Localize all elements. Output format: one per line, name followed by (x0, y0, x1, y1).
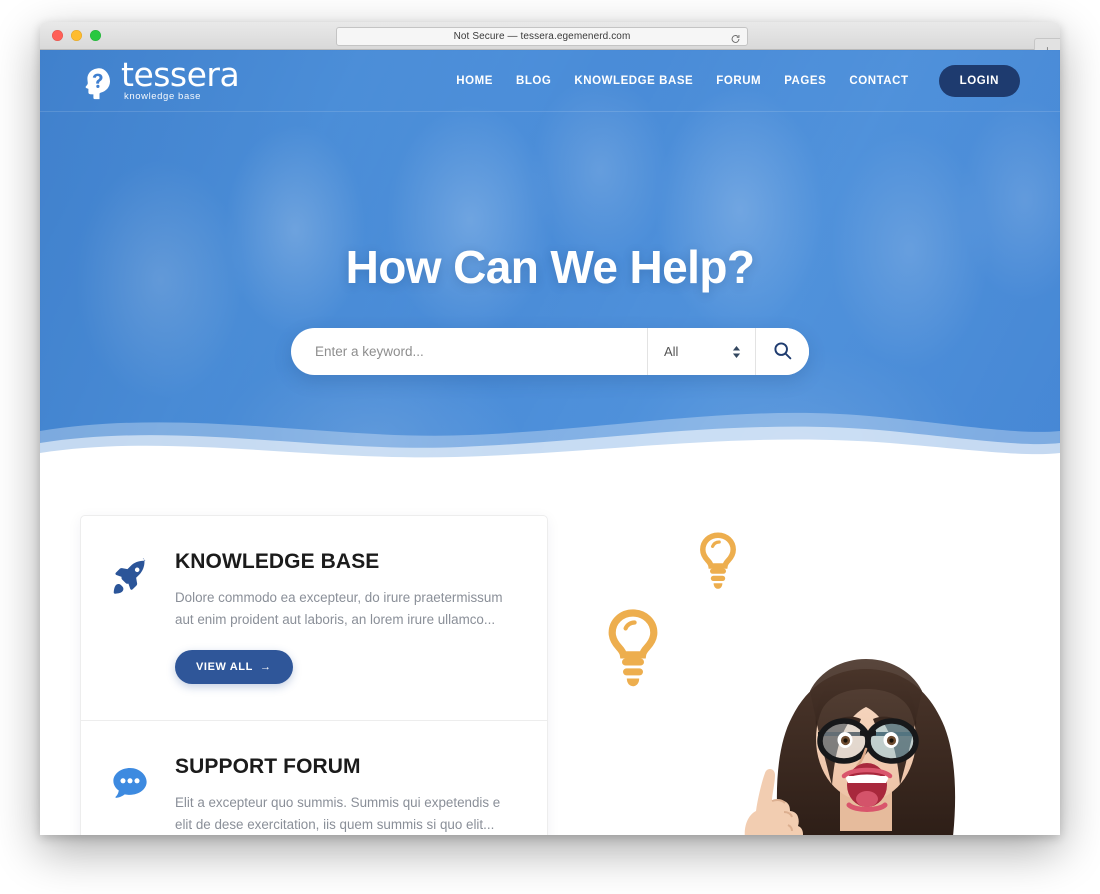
view-all-button[interactable]: VIEW ALL → (175, 650, 293, 685)
close-window-button[interactable] (52, 30, 63, 41)
browser-titlebar: Not Secure — tessera.egemenerd.com + (40, 22, 1060, 61)
hero-search-bar: All (291, 328, 809, 375)
card-body: SUPPORT FORUM Elit a excepteur quo summi… (175, 755, 513, 835)
view-all-label: VIEW ALL (196, 661, 253, 674)
site-header: tessera knowledge base HOME BLOG KNOWLED… (40, 50, 1060, 112)
feature-cards: KNOWLEDGE BASE Dolore commodo ea excepte… (80, 515, 548, 835)
minimize-window-button[interactable] (71, 30, 82, 41)
speech-bubble-icon (109, 755, 155, 835)
search-category-select[interactable]: All (647, 328, 755, 375)
search-icon (772, 340, 793, 364)
maximize-window-button[interactable] (90, 30, 101, 41)
nav-item-knowledge-base[interactable]: KNOWLEDGE BASE (574, 75, 693, 87)
search-category-value: All (664, 344, 679, 359)
card-body: KNOWLEDGE BASE Dolore commodo ea excepte… (175, 550, 513, 685)
hero-title: How Can We Help? (345, 241, 755, 293)
reload-icon[interactable] (730, 31, 741, 43)
nav-item-pages[interactable]: PAGES (784, 75, 826, 87)
content-section: KNOWLEDGE BASE Dolore commodo ea excepte… (40, 468, 1060, 835)
lightbulb-icon-small (694, 531, 742, 593)
address-bar[interactable]: Not Secure — tessera.egemenerd.com (336, 27, 748, 46)
card-title: SUPPORT FORUM (175, 755, 361, 779)
hero-section: tessera knowledge base HOME BLOG KNOWLED… (40, 50, 1060, 468)
nav-item-home[interactable]: HOME (456, 75, 493, 87)
illustration-area (600, 515, 1030, 835)
card-title: KNOWLEDGE BASE (175, 550, 380, 573)
browser-window: Not Secure — tessera.egemenerd.com + (40, 22, 1060, 835)
main-navigation: HOME BLOG KNOWLEDGE BASE FORUM PAGES CON… (456, 64, 1020, 97)
search-submit-button[interactable] (755, 328, 809, 375)
rocket-icon (109, 550, 155, 684)
site-logo[interactable]: tessera knowledge base (82, 55, 240, 103)
address-bar-text: Not Secure — tessera.egemenerd.com (453, 31, 631, 42)
card-text: Elit a excepteur quo summis. Summis qui … (175, 795, 501, 833)
card-text: Dolore commodo ea excepteur, do irure pr… (175, 590, 503, 627)
search-input[interactable] (291, 328, 647, 375)
content-inner: KNOWLEDGE BASE Dolore commodo ea excepte… (80, 515, 1030, 835)
nav-item-forum[interactable]: FORUM (716, 75, 761, 87)
excited-woman-photo (700, 619, 1030, 835)
hero-content: How Can We Help? All (40, 112, 1060, 375)
lightbulb-icon-large (600, 608, 666, 692)
wave-divider (40, 412, 1060, 468)
logo-tagline: knowledge base (124, 91, 202, 103)
logo-wordmark: tessera (121, 55, 240, 95)
desktop-background: Not Secure — tessera.egemenerd.com + (0, 0, 1100, 894)
arrow-right-icon: → (259, 661, 272, 674)
login-button[interactable]: LOGIN (938, 64, 1020, 97)
stepper-arrows-icon (732, 345, 741, 358)
page-viewport: tessera knowledge base HOME BLOG KNOWLED… (40, 50, 1060, 835)
window-controls (52, 30, 101, 41)
head-question-mark-icon (82, 67, 112, 101)
card-knowledge-base[interactable]: KNOWLEDGE BASE Dolore commodo ea excepte… (81, 516, 547, 720)
nav-item-contact[interactable]: CONTACT (849, 75, 908, 87)
card-support-forum[interactable]: SUPPORT FORUM Elit a excepteur quo summi… (81, 720, 547, 835)
nav-item-blog[interactable]: BLOG (516, 75, 551, 87)
